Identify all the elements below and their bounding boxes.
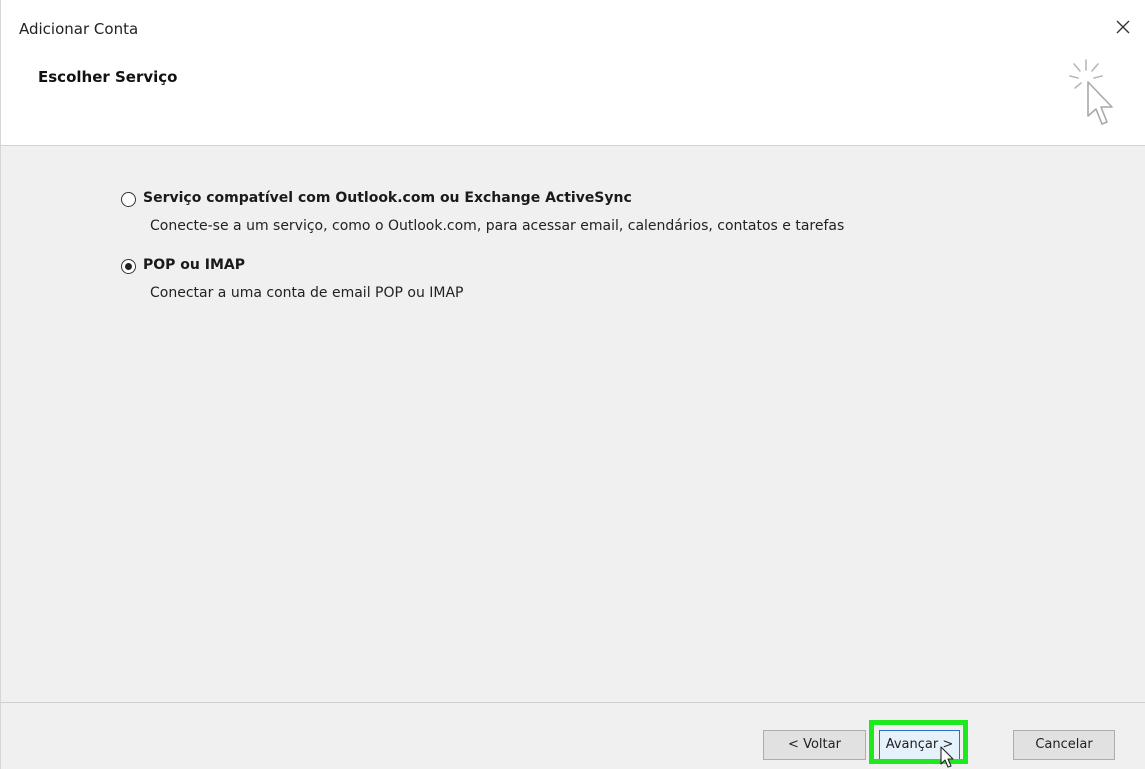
next-button[interactable]: Avançar >	[879, 730, 960, 760]
option-label[interactable]: POP ou IMAP	[143, 257, 245, 273]
radio-selected-dot	[125, 263, 132, 270]
radio-outlook[interactable]	[121, 192, 136, 207]
close-button[interactable]	[1106, 12, 1140, 42]
wizard-header: Escolher Serviço	[1, 50, 1145, 146]
page-title: Escolher Serviço	[38, 68, 178, 86]
radio-pop-imap[interactable]	[121, 259, 136, 274]
option-description: Conecte-se a um serviço, como o Outlook.…	[150, 218, 845, 234]
title-bar: Adicionar Conta	[1, 0, 1145, 50]
wizard-cursor-icon	[1069, 59, 1113, 125]
cancel-button[interactable]: Cancelar	[1013, 730, 1115, 760]
add-account-dialog: Adicionar Conta Escolher Serviço Serviço…	[0, 0, 1145, 769]
option-description: Conectar a uma conta de email POP ou IMA…	[150, 285, 464, 301]
back-button[interactable]: < Voltar	[763, 730, 866, 760]
close-icon	[1116, 20, 1130, 34]
button-bar: < Voltar Avançar > Cancelar	[1, 702, 1145, 769]
window-title: Adicionar Conta	[19, 20, 139, 38]
option-label[interactable]: Serviço compatível com Outlook.com ou Ex…	[143, 190, 632, 206]
content-area: Serviço compatível com Outlook.com ou Ex…	[1, 146, 1145, 702]
